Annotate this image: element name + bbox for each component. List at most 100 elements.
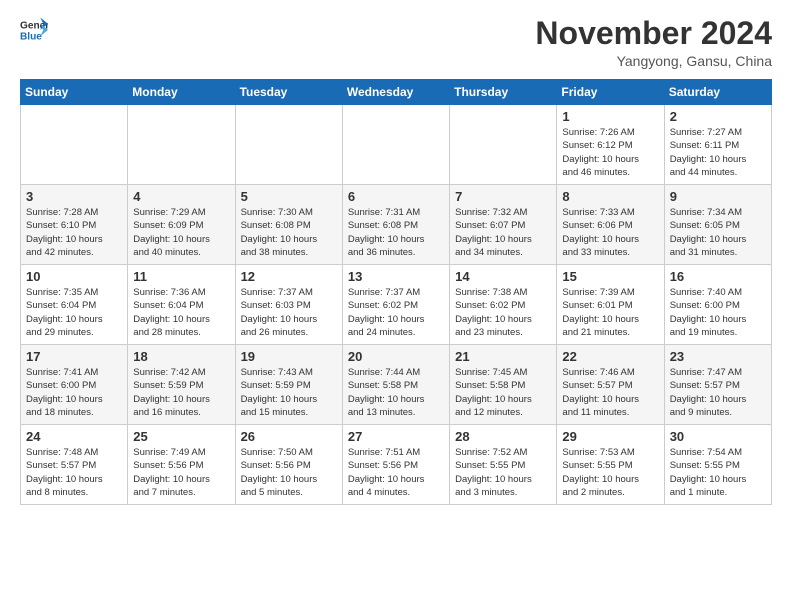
header-thursday: Thursday	[450, 80, 557, 105]
day-info-11: Sunrise: 7:36 AMSunset: 6:04 PMDaylight:…	[133, 286, 229, 339]
day-info-19: Sunrise: 7:43 AMSunset: 5:59 PMDaylight:…	[241, 366, 337, 419]
day-number-20: 20	[348, 349, 444, 364]
cell-4-4: 28 Sunrise: 7:52 AMSunset: 5:55 PMDayligh…	[450, 425, 557, 505]
header-saturday: Saturday	[664, 80, 771, 105]
day-info-23: Sunrise: 7:47 AMSunset: 5:57 PMDaylight:…	[670, 366, 766, 419]
cell-4-1: 25Sunrise: 7:49 AMSunset: 5:56 PMDayligh…	[128, 425, 235, 505]
day-number-27: 27	[348, 429, 444, 444]
weekday-header-row: Sunday Monday Tuesday Wednesday Thursday…	[21, 80, 772, 105]
day-number-22: 22	[562, 349, 658, 364]
day-number-3: 3	[26, 189, 122, 204]
day-number-1: 1	[562, 109, 658, 124]
day-info-25: Sunrise: 7:49 AMSunset: 5:56 PMDaylight:…	[133, 446, 229, 499]
day-number-19: 19	[241, 349, 337, 364]
cell-0-5: 1 Sunrise: 7:26 AMSunset: 6:12 PMDaylight…	[557, 105, 664, 185]
day-number-16: 16	[670, 269, 766, 284]
day-info-28: Sunrise: 7:52 AMSunset: 5:55 PMDaylight:…	[455, 446, 551, 499]
cell-0-3	[342, 105, 449, 185]
day-number-9: 9	[670, 189, 766, 204]
day-info-7: Sunrise: 7:32 AMSunset: 6:07 PMDaylight:…	[455, 206, 551, 259]
logo-icon: General Blue	[20, 16, 48, 44]
cell-2-1: 11Sunrise: 7:36 AMSunset: 6:04 PMDayligh…	[128, 265, 235, 345]
header-wednesday: Wednesday	[342, 80, 449, 105]
cell-0-0	[21, 105, 128, 185]
cell-0-4	[450, 105, 557, 185]
day-info-10: Sunrise: 7:35 AMSunset: 6:04 PMDaylight:…	[26, 286, 122, 339]
day-number-6: 6	[348, 189, 444, 204]
day-info-30: Sunrise: 7:54 AMSunset: 5:55 PMDaylight:…	[670, 446, 766, 499]
day-info-13: Sunrise: 7:37 AMSunset: 6:02 PMDaylight:…	[348, 286, 444, 339]
day-number-2: 2	[670, 109, 766, 124]
day-info-27: Sunrise: 7:51 AMSunset: 5:56 PMDaylight:…	[348, 446, 444, 499]
day-info-3: Sunrise: 7:28 AMSunset: 6:10 PMDaylight:…	[26, 206, 122, 259]
cell-2-5: 15 Sunrise: 7:39 AMSunset: 6:01 PMDayligh…	[557, 265, 664, 345]
calendar-body: 1 Sunrise: 7:26 AMSunset: 6:12 PMDaylight…	[21, 105, 772, 505]
cell-2-2: 12 Sunrise: 7:37 AMSunset: 6:03 PMDayligh…	[235, 265, 342, 345]
cell-2-3: 13Sunrise: 7:37 AMSunset: 6:02 PMDayligh…	[342, 265, 449, 345]
cell-4-0: 24 Sunrise: 7:48 AMSunset: 5:57 PMDayligh…	[21, 425, 128, 505]
day-info-22: Sunrise: 7:46 AMSunset: 5:57 PMDaylight:…	[562, 366, 658, 419]
day-number-24: 24	[26, 429, 122, 444]
day-number-7: 7	[455, 189, 551, 204]
day-number-17: 17	[26, 349, 122, 364]
day-number-4: 4	[133, 189, 229, 204]
cell-4-5: 29Sunrise: 7:53 AMSunset: 5:55 PMDayligh…	[557, 425, 664, 505]
location-subtitle: Yangyong, Gansu, China	[535, 53, 772, 69]
cell-4-3: 27 Sunrise: 7:51 AMSunset: 5:56 PMDayligh…	[342, 425, 449, 505]
cell-3-2: 19 Sunrise: 7:43 AMSunset: 5:59 PMDayligh…	[235, 345, 342, 425]
cell-3-1: 18 Sunrise: 7:42 AMSunset: 5:59 PMDayligh…	[128, 345, 235, 425]
cell-0-1	[128, 105, 235, 185]
day-number-15: 15	[562, 269, 658, 284]
cell-2-4: 14Sunrise: 7:38 AMSunset: 6:02 PMDayligh…	[450, 265, 557, 345]
header-tuesday: Tuesday	[235, 80, 342, 105]
day-info-6: Sunrise: 7:31 AMSunset: 6:08 PMDaylight:…	[348, 206, 444, 259]
day-number-18: 18	[133, 349, 229, 364]
day-info-17: Sunrise: 7:41 AMSunset: 6:00 PMDaylight:…	[26, 366, 122, 419]
calendar-table: Sunday Monday Tuesday Wednesday Thursday…	[20, 79, 772, 505]
page: General Blue November 2024 Yangyong, Gan…	[0, 0, 792, 612]
day-info-14: Sunrise: 7:38 AMSunset: 6:02 PMDaylight:…	[455, 286, 551, 339]
week-row-3: 10 Sunrise: 7:35 AMSunset: 6:04 PMDayligh…	[21, 265, 772, 345]
day-number-10: 10	[26, 269, 122, 284]
day-info-15: Sunrise: 7:39 AMSunset: 6:01 PMDaylight:…	[562, 286, 658, 339]
cell-3-3: 20 Sunrise: 7:44 AMSunset: 5:58 PMDayligh…	[342, 345, 449, 425]
cell-4-2: 26 Sunrise: 7:50 AMSunset: 5:56 PMDayligh…	[235, 425, 342, 505]
day-info-24: Sunrise: 7:48 AMSunset: 5:57 PMDaylight:…	[26, 446, 122, 499]
cell-4-6: 30Sunrise: 7:54 AMSunset: 5:55 PMDayligh…	[664, 425, 771, 505]
day-info-2: Sunrise: 7:27 AMSunset: 6:11 PMDaylight:…	[670, 126, 766, 179]
day-info-26: Sunrise: 7:50 AMSunset: 5:56 PMDaylight:…	[241, 446, 337, 499]
day-number-21: 21	[455, 349, 551, 364]
day-number-8: 8	[562, 189, 658, 204]
day-info-12: Sunrise: 7:37 AMSunset: 6:03 PMDaylight:…	[241, 286, 337, 339]
day-info-8: Sunrise: 7:33 AMSunset: 6:06 PMDaylight:…	[562, 206, 658, 259]
day-info-20: Sunrise: 7:44 AMSunset: 5:58 PMDaylight:…	[348, 366, 444, 419]
day-number-26: 26	[241, 429, 337, 444]
month-title: November 2024	[535, 16, 772, 51]
svg-text:Blue: Blue	[20, 31, 42, 42]
header-friday: Friday	[557, 80, 664, 105]
day-info-21: Sunrise: 7:45 AMSunset: 5:58 PMDaylight:…	[455, 366, 551, 419]
cell-1-5: 8 Sunrise: 7:33 AMSunset: 6:06 PMDaylight…	[557, 185, 664, 265]
cell-3-6: 23 Sunrise: 7:47 AMSunset: 5:57 PMDayligh…	[664, 345, 771, 425]
day-info-1: Sunrise: 7:26 AMSunset: 6:12 PMDaylight:…	[562, 126, 658, 179]
cell-1-0: 3 Sunrise: 7:28 AMSunset: 6:10 PMDaylight…	[21, 185, 128, 265]
cell-2-0: 10 Sunrise: 7:35 AMSunset: 6:04 PMDayligh…	[21, 265, 128, 345]
day-info-16: Sunrise: 7:40 AMSunset: 6:00 PMDaylight:…	[670, 286, 766, 339]
day-info-18: Sunrise: 7:42 AMSunset: 5:59 PMDaylight:…	[133, 366, 229, 419]
cell-0-2	[235, 105, 342, 185]
day-number-29: 29	[562, 429, 658, 444]
header-sunday: Sunday	[21, 80, 128, 105]
day-info-4: Sunrise: 7:29 AMSunset: 6:09 PMDaylight:…	[133, 206, 229, 259]
cell-0-6: 2 Sunrise: 7:27 AMSunset: 6:11 PMDaylight…	[664, 105, 771, 185]
logo: General Blue	[20, 16, 48, 44]
cell-2-6: 16 Sunrise: 7:40 AMSunset: 6:00 PMDayligh…	[664, 265, 771, 345]
day-number-12: 12	[241, 269, 337, 284]
day-info-9: Sunrise: 7:34 AMSunset: 6:05 PMDaylight:…	[670, 206, 766, 259]
week-row-1: 1 Sunrise: 7:26 AMSunset: 6:12 PMDaylight…	[21, 105, 772, 185]
title-block: November 2024 Yangyong, Gansu, China	[535, 16, 772, 69]
day-number-28: 28	[455, 429, 551, 444]
day-info-5: Sunrise: 7:30 AMSunset: 6:08 PMDaylight:…	[241, 206, 337, 259]
day-number-23: 23	[670, 349, 766, 364]
week-row-4: 17 Sunrise: 7:41 AMSunset: 6:00 PMDayligh…	[21, 345, 772, 425]
cell-3-5: 22 Sunrise: 7:46 AMSunset: 5:57 PMDayligh…	[557, 345, 664, 425]
